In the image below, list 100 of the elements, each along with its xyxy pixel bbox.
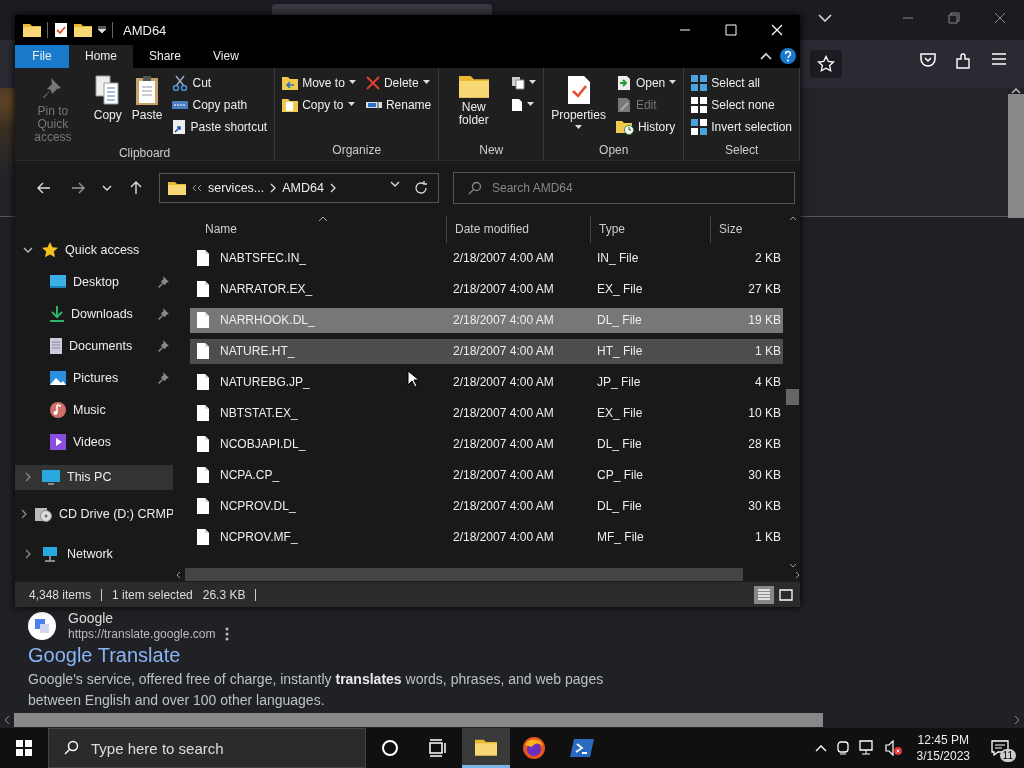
ribbon-tab[interactable]: Share — [133, 45, 198, 68]
menu-button[interactable] — [991, 52, 1007, 66]
ribbon-button[interactable]: History — [612, 115, 680, 138]
column-header[interactable]: Type — [590, 215, 710, 243]
sidebar-item[interactable]: Downloads — [15, 297, 173, 330]
file-row[interactable]: NATUREBG.JP_ 2/18/2007 4:00 AM JP_ File 4 KB — [190, 369, 783, 395]
ribbon-tab[interactable]: View — [197, 45, 255, 68]
sidebar-item[interactable]: Quick access — [15, 233, 173, 266]
windows-icon — [16, 740, 32, 756]
file-type: EX_ File — [596, 406, 644, 421]
file-row[interactable]: NBTSTAT.EX_ 2/18/2007 4:00 AM EX_ File 10 KB — [190, 400, 783, 426]
ribbon-button[interactable]: Invert selection — [688, 115, 795, 138]
chevron-right-icon[interactable] — [21, 508, 27, 519]
help-button[interactable] — [780, 48, 796, 65]
search-box[interactable]: Search AMD64 — [453, 172, 795, 205]
file-row[interactable]: NARRHOOK.DL_ 2/18/2007 4:00 AM DL_ File 19 KB — [190, 307, 783, 333]
column-header[interactable]: Date modified — [446, 215, 590, 243]
bookmark-button[interactable] — [810, 50, 842, 78]
ribbon-button[interactable]: New folder — [443, 71, 505, 129]
ribbon-button[interactable]: Delete — [362, 71, 435, 94]
ribbon-button[interactable]: Select none — [688, 93, 795, 116]
scroll-down-icon[interactable] — [788, 562, 797, 568]
quick-access-button[interactable] — [23, 23, 41, 37]
scrollbar-thumb[interactable] — [786, 388, 799, 405]
chevron-down-icon[interactable] — [390, 181, 400, 188]
file-row[interactable]: NCPROV.MF_ 2/18/2007 4:00 AM MF_ File 1 KB — [190, 524, 783, 550]
ribbon-button[interactable]: Properties — [548, 71, 609, 132]
ribbon-button[interactable]: Copy to — [279, 93, 359, 116]
tray-button[interactable] — [834, 740, 851, 756]
search-field[interactable]: Search AMD64 — [492, 173, 794, 204]
chevron-right-icon[interactable] — [25, 472, 31, 483]
more-button[interactable] — [225, 627, 230, 641]
result-url: https://translate.google.com — [68, 626, 216, 642]
customize-button[interactable] — [98, 26, 106, 34]
sidebar-item[interactable]: Videos — [15, 425, 173, 458]
scroll-right-icon[interactable] — [1014, 715, 1020, 725]
sidebar-item[interactable]: Network — [15, 537, 173, 570]
sidebar-item[interactable]: CD Drive (D:) CRMP — [15, 497, 173, 530]
result-link[interactable]: Google Translate — [28, 644, 1008, 667]
breadcrumb[interactable]: services... — [208, 181, 265, 196]
scroll-up-icon[interactable] — [1011, 88, 1021, 94]
chevron-down-icon — [818, 14, 832, 22]
ribbon-tab[interactable]: Home — [69, 45, 133, 68]
ribbon-tab[interactable]: File — [15, 45, 69, 68]
ribbon-button[interactable]: Open — [612, 71, 680, 94]
sidebar-item[interactable]: Music — [15, 393, 173, 426]
clock-button[interactable]: 12:45 PM 3/15/2023 — [916, 732, 970, 764]
file-row[interactable]: NCOBJAPI.DL_ 2/18/2007 4:00 AM DL_ File 28 KB — [190, 431, 783, 457]
taskbar-app-button[interactable] — [462, 728, 510, 768]
refresh-icon[interactable] — [414, 181, 428, 196]
file-size: 4 KB — [754, 375, 782, 390]
ribbon-button[interactable]: Paste — [128, 71, 166, 124]
scroll-left-icon[interactable] — [4, 715, 10, 725]
extensions-button[interactable] — [955, 52, 973, 70]
ribbon-button[interactable]: Cut — [169, 71, 271, 94]
file-row[interactable]: NCPA.CP_ 2/18/2007 4:00 AM CP_ File 30 KB — [190, 462, 783, 488]
column-header[interactable]: Name — [190, 215, 446, 243]
caret-icon — [527, 102, 535, 108]
chevron-down-icon[interactable] — [23, 246, 33, 253]
scroll-left-icon[interactable] — [176, 570, 181, 579]
collapse-ribbon-button[interactable] — [760, 52, 772, 61]
column-header[interactable]: Size — [710, 215, 783, 243]
sidebar-item[interactable]: Documents — [15, 329, 173, 362]
chevron-right-icon[interactable] — [25, 548, 31, 559]
ribbon-button[interactable]: Copy path — [169, 93, 271, 116]
file-row[interactable]: NATURE.HT_ 2/18/2007 4:00 AM HT_ File 1 KB — [190, 338, 783, 364]
file-row[interactable]: NABTSFEC.IN_ 2/18/2007 4:00 AM IN_ File 2 KB — [190, 245, 783, 271]
restore-button[interactable] — [948, 12, 960, 24]
pocket-button[interactable] — [919, 52, 937, 68]
caret-icon — [422, 80, 430, 86]
scrollbar-thumb[interactable] — [14, 713, 823, 727]
tab-list-button[interactable] — [818, 14, 832, 22]
file-row[interactable]: NCPROV.DL_ 2/18/2007 4:00 AM DL_ File 30 KB — [190, 493, 783, 519]
ribbon-button[interactable]: Copy — [90, 71, 125, 124]
properties-quick-button[interactable] — [54, 22, 68, 38]
ribbon-button[interactable]: Paste shortcut — [169, 115, 271, 138]
notifications-button[interactable]: 11 — [984, 733, 1016, 763]
caret-icon — [347, 102, 355, 108]
scrollbar-thumb[interactable] — [1008, 94, 1024, 218]
new-folder-quick-button[interactable] — [74, 23, 92, 37]
tray-overflow-button[interactable] — [814, 744, 827, 752]
scroll-up-icon[interactable] — [788, 215, 797, 221]
scroll-right-icon[interactable] — [795, 570, 800, 579]
taskbar-search-box[interactable]: Type here to search — [48, 728, 366, 768]
close-button[interactable] — [994, 12, 1006, 24]
sidebar-item[interactable]: This PC — [15, 464, 173, 490]
sidebar-item[interactable]: Pictures — [15, 361, 173, 394]
address-bar[interactable]: services... AMD64 — [159, 173, 439, 204]
up-icon — [130, 181, 142, 196]
ribbon-button[interactable]: Move to — [279, 71, 359, 94]
sidebar-item[interactable]: Desktop — [15, 265, 173, 298]
breadcrumb[interactable]: AMD64 — [282, 181, 324, 196]
taskbar-search-field[interactable]: Type here to search — [91, 729, 365, 767]
ribbon-button[interactable]: Rename — [362, 93, 435, 116]
ribbon-button[interactable]: Select all — [688, 71, 795, 94]
view-button[interactable] — [754, 585, 774, 604]
volume-button[interactable] — [884, 740, 903, 756]
scrollbar-thumb[interactable] — [185, 568, 743, 582]
star-icon — [41, 240, 59, 259]
file-row[interactable]: NARRATOR.EX_ 2/18/2007 4:00 AM EX_ File 27 KB — [190, 276, 783, 302]
